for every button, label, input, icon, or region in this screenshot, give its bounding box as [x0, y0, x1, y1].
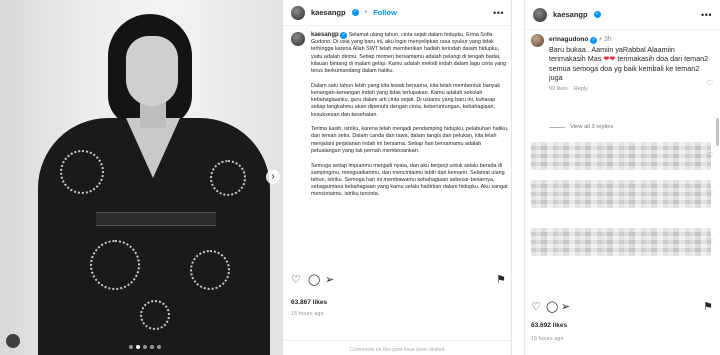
carousel-dot: [136, 345, 140, 349]
heart-icon[interactable]: ♡: [531, 302, 542, 313]
blurred-comment: [531, 228, 711, 256]
view-replies-link[interactable]: View all 3 replies: [549, 124, 613, 130]
share-icon[interactable]: ➢: [561, 302, 572, 313]
post-username[interactable]: kaesangp: [311, 8, 346, 17]
verified-badge-icon: ✓: [351, 9, 359, 16]
caption-paragraph: Dalam satu tahun lebih yang kita lewati …: [311, 82, 501, 118]
photo-embroidery: [190, 250, 230, 290]
photo-face: [126, 36, 178, 106]
verified-badge-icon: ✓: [593, 11, 601, 18]
photo-embroidery: [60, 150, 104, 194]
comment-heart-icon[interactable]: ♡: [706, 190, 714, 198]
likes-count[interactable]: 63.867 likes: [291, 299, 327, 306]
caption-paragraph: Terima kasih, istriku, karena telah menj…: [311, 126, 509, 154]
blurred-comment: [531, 180, 711, 208]
post-panel-right: kaesangp ✓ ••• erinagudono ✓ • 3h Baru b…: [524, 0, 720, 355]
post-panel-left: › kaesangp ✓ • Follow ••• kaesangp ✓ Sel…: [0, 0, 512, 355]
verified-badge-icon: ✓: [340, 32, 348, 39]
post-username[interactable]: kaesangp: [553, 10, 588, 19]
post-details-column: kaesangp ✓ • Follow ••• kaesangp ✓ Selam…: [283, 0, 512, 355]
bookmark-icon[interactable]: ⚑: [703, 302, 714, 313]
next-photo-chevron-icon[interactable]: ›: [266, 170, 280, 184]
carousel-dot: [150, 345, 154, 349]
avatar[interactable]: [531, 34, 544, 47]
more-options-icon[interactable]: •••: [493, 8, 504, 18]
photo-embroidery: [90, 240, 140, 290]
comments-limited-notice: Comments on this post have been limited.: [283, 340, 512, 355]
comment-heart-icon[interactable]: ♡: [706, 80, 714, 88]
comment-item: erinagudono ✓ • 3h Baru bukaa.. Aamiin y…: [531, 34, 711, 92]
comment-text: erinagudono ✓ • 3h Baru bukaa.. Aamiin y…: [549, 34, 711, 83]
verified-badge-icon: ✓: [590, 37, 598, 44]
post-header: kaesangp ✓ •••: [525, 0, 720, 30]
reply-button[interactable]: Reply: [574, 86, 588, 92]
avatar[interactable]: [291, 32, 305, 46]
comment-heart-icon[interactable]: ♡: [706, 238, 714, 246]
post-photo[interactable]: ›: [0, 0, 283, 355]
photo-embroidery: [210, 160, 246, 196]
heart-icon[interactable]: ♡: [291, 275, 302, 286]
share-icon[interactable]: ➢: [325, 275, 336, 286]
avatar[interactable]: [291, 5, 305, 20]
carousel-dot: [157, 345, 161, 349]
post-actions: ♡ ◯ ➢ ⚑: [531, 302, 713, 316]
post-actions: ♡ ◯ ➢ ⚑: [291, 275, 507, 289]
avatar[interactable]: [533, 7, 547, 22]
carousel-dot: [143, 345, 147, 349]
caption-username[interactable]: kaesangp: [311, 32, 339, 38]
follow-button[interactable]: Follow: [373, 8, 397, 17]
photo-belt: [96, 212, 216, 226]
comment-age: 3h: [603, 36, 612, 43]
comment-icon[interactable]: ◯: [546, 302, 558, 313]
tagged-user-icon[interactable]: [6, 334, 20, 348]
separator-dot: •: [599, 36, 602, 43]
heart-emoji-icon: ❤❤: [603, 54, 616, 63]
post-caption: kaesangp ✓ Selamat ulang tahun, cinta se…: [291, 32, 509, 206]
comment-icon[interactable]: ◯: [308, 275, 320, 286]
caption-paragraph: Semoga setiap impianmu menjadi nyata, da…: [311, 162, 508, 198]
scrollbar[interactable]: [716, 118, 719, 146]
divider: [549, 126, 565, 128]
post-timestamp: 15 hours ago: [291, 311, 324, 317]
post-header: kaesangp ✓ • Follow •••: [283, 0, 512, 26]
likes-count[interactable]: 63.692 likes: [531, 322, 567, 329]
bookmark-icon[interactable]: ⚑: [496, 275, 507, 286]
post-timestamp: 15 hours ago: [531, 336, 564, 342]
comment-username[interactable]: erinagudono: [549, 36, 588, 43]
comment-heart-icon[interactable]: ♡: [706, 152, 714, 160]
more-options-icon[interactable]: •••: [701, 10, 712, 20]
carousel-dots: [129, 345, 161, 349]
photo-embroidery: [140, 300, 170, 330]
separator-dot: •: [364, 9, 368, 16]
view-replies-label[interactable]: View all 3 replies: [570, 124, 613, 130]
comment-meta: 99 likes Reply: [549, 86, 711, 92]
caption-paragraph: kaesangp ✓ Selamat ulang tahun, cinta se…: [311, 32, 509, 75]
caption-text: Selamat ulang tahun, cinta sejati dalam …: [311, 32, 507, 75]
blurred-comment: [531, 142, 711, 170]
carousel-dot: [129, 345, 133, 349]
comment-likes[interactable]: 99 likes: [549, 86, 568, 92]
